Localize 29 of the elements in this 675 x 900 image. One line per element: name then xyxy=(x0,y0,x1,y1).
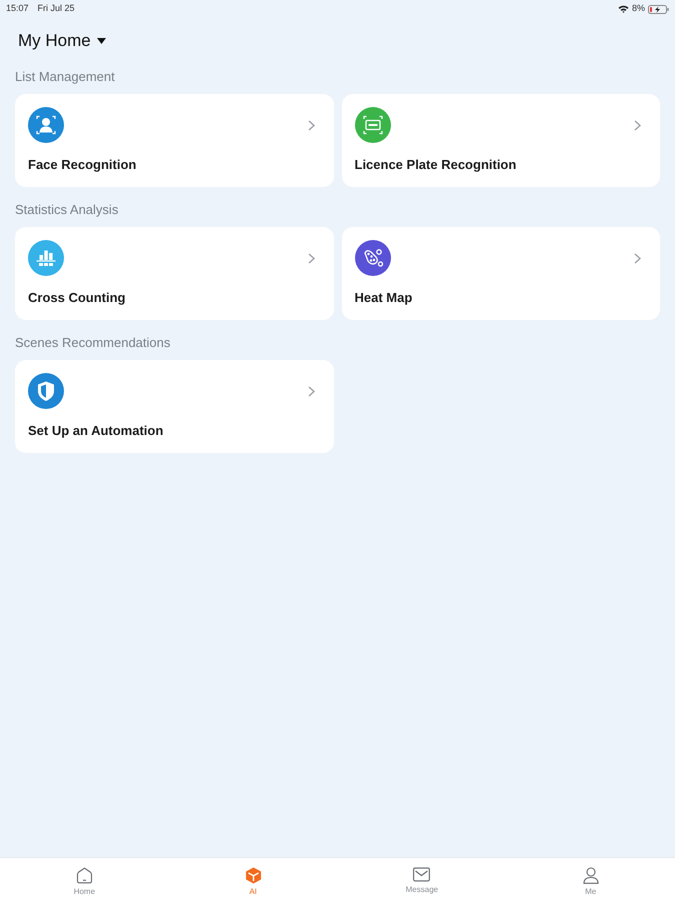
feature-card[interactable]: Cross Counting xyxy=(15,227,334,320)
feature-card[interactable]: Face Recognition xyxy=(15,94,334,187)
feature-card[interactable]: Heat Map xyxy=(342,227,660,320)
chevron-right-icon xyxy=(634,120,641,130)
wifi-icon xyxy=(618,5,629,13)
section-title: List Management xyxy=(15,69,116,85)
status-date: Fri Jul 25 xyxy=(38,2,75,16)
chevron-right-icon xyxy=(308,386,314,396)
feature-card[interactable]: Set Up an Automation xyxy=(15,360,334,453)
card-title: Face Recognition xyxy=(28,157,138,173)
caret-down-icon xyxy=(96,38,106,44)
home-selector[interactable]: My Home xyxy=(18,26,106,54)
feature-card[interactable]: Licence Plate Recognition xyxy=(342,94,660,187)
battery-charging-icon xyxy=(648,4,669,14)
section-title: Statistics Analysis xyxy=(15,202,120,218)
status-time: 15:07 xyxy=(6,2,29,16)
chevron-right-icon xyxy=(634,252,641,264)
home-icon xyxy=(76,867,93,884)
envelope-icon xyxy=(413,867,430,882)
person-icon xyxy=(582,867,599,884)
card-title: Set Up an Automation xyxy=(28,423,164,439)
card-title: Licence Plate Recognition xyxy=(354,157,518,173)
chevron-right-icon xyxy=(308,252,314,264)
section-title: Scenes Recommendations xyxy=(15,335,172,351)
battery-percent: 8% xyxy=(632,2,645,16)
cube-icon xyxy=(244,867,262,884)
card-title: Cross Counting xyxy=(28,290,126,306)
card-title: Heat Map xyxy=(354,290,414,306)
chevron-right-icon xyxy=(308,120,314,130)
